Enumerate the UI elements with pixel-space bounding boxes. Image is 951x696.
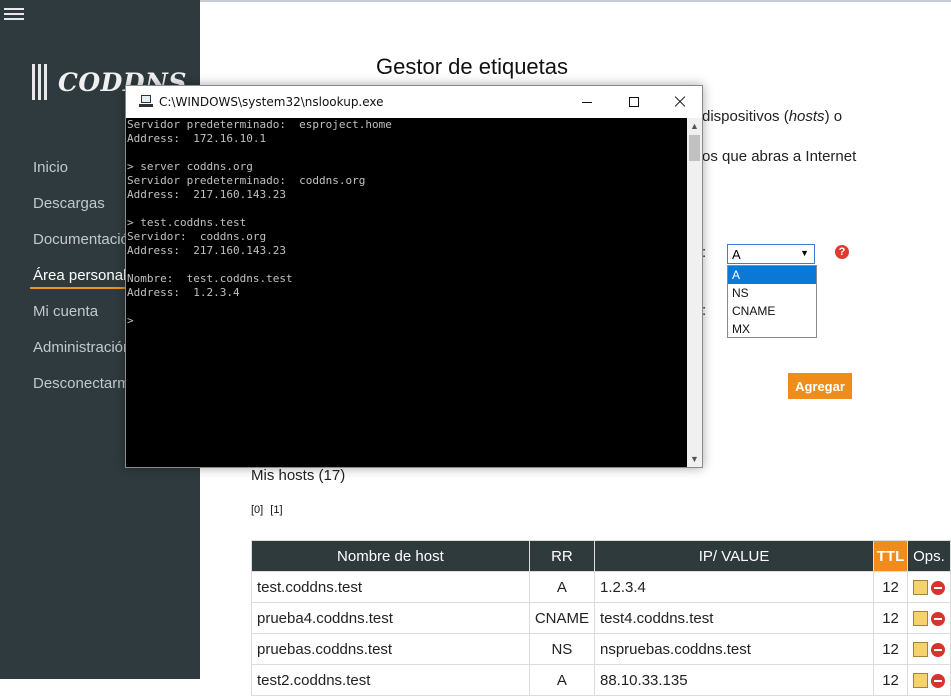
cell-hostname: prueba4.coddns.test bbox=[251, 602, 530, 634]
cell-ttl: 12 bbox=[873, 633, 908, 665]
edit-icon[interactable] bbox=[912, 580, 928, 596]
edit-icon[interactable] bbox=[912, 642, 928, 658]
cell-value: nspruebas.coddns.test bbox=[593, 633, 875, 665]
cell-rr: A bbox=[528, 664, 595, 696]
window-title: C:\WINDOWS\system32\nslookup.exe bbox=[159, 95, 384, 109]
cell-rr: NS bbox=[528, 633, 595, 665]
hosts-table: Nombre de host RR IP/ VALUE TTL Ops. tes… bbox=[251, 540, 951, 696]
cell-ops bbox=[906, 633, 951, 665]
cell-ops bbox=[906, 571, 951, 603]
table-row: test.coddns.test A 1.2.3.4 12 bbox=[251, 571, 951, 603]
table-header-row: Nombre de host RR IP/ VALUE TTL Ops. bbox=[251, 540, 951, 572]
console-line: Servidor predeterminado: esproject.home bbox=[127, 118, 392, 131]
hosts-section-title: Mis hosts (17) bbox=[251, 467, 346, 484]
dropdown-option-a[interactable]: A bbox=[728, 266, 816, 284]
edit-icon[interactable] bbox=[912, 673, 928, 689]
maximize-icon bbox=[629, 97, 639, 107]
intro-text-line-1: dispositivos (hosts) o bbox=[702, 108, 843, 125]
console-line: > test.coddns.test bbox=[127, 216, 247, 229]
table-row: test2.coddns.test A 88.10.33.135 12 bbox=[251, 664, 951, 696]
console-scrollbar[interactable]: ▲ ▼ bbox=[687, 118, 702, 467]
record-type-select[interactable]: A ▼ bbox=[727, 244, 815, 264]
delete-icon[interactable] bbox=[930, 580, 945, 595]
cell-hostname: test.coddns.test bbox=[251, 571, 530, 603]
page-link-1[interactable]: [1] bbox=[270, 504, 282, 516]
col-header-ttl: TTL bbox=[873, 540, 908, 572]
scrollbar-thumb[interactable] bbox=[689, 135, 700, 161]
cell-hostname: test2.coddns.test bbox=[251, 664, 530, 696]
cell-ttl: 12 bbox=[873, 571, 908, 603]
edit-icon[interactable] bbox=[912, 611, 928, 627]
console-line: Servidor predeterminado: coddns.org bbox=[127, 174, 366, 187]
close-button[interactable] bbox=[657, 86, 703, 118]
cell-value: 88.10.33.135 bbox=[593, 664, 875, 696]
page-title: Gestor de etiquetas bbox=[376, 54, 569, 79]
col-header-rr: RR bbox=[528, 540, 595, 572]
cell-value: test4.coddns.test bbox=[593, 602, 875, 634]
console-line: Servidor: coddns.org bbox=[127, 230, 267, 243]
dropdown-option-ns[interactable]: NS bbox=[728, 284, 816, 302]
intro-text-line-2: os que abras a Internet bbox=[702, 148, 857, 165]
console-line: > server coddns.org bbox=[127, 160, 253, 173]
cell-ttl: 12 bbox=[873, 602, 908, 634]
console-line: Address: 217.160.143.23 bbox=[127, 244, 286, 257]
col-header-ops: Ops. bbox=[906, 540, 951, 572]
cell-ttl: 12 bbox=[873, 664, 908, 696]
cell-ops bbox=[906, 664, 951, 696]
cell-rr: A bbox=[528, 571, 595, 603]
console-line: Address: 1.2.3.4 bbox=[127, 286, 240, 299]
cell-value: 1.2.3.4 bbox=[593, 571, 875, 603]
console-output[interactable]: Servidor predeterminado: esproject.home … bbox=[126, 118, 686, 467]
page-link-0[interactable]: [0] bbox=[251, 504, 263, 516]
cell-hostname: pruebas.coddns.test bbox=[251, 633, 530, 665]
table-row: pruebas.coddns.test NS nspruebas.coddns.… bbox=[251, 633, 951, 665]
col-header-hostname: Nombre de host bbox=[251, 540, 530, 572]
scroll-down-icon[interactable]: ▼ bbox=[687, 451, 702, 467]
table-row: prueba4.coddns.test CNAME test4.coddns.t… bbox=[251, 602, 951, 634]
dropdown-option-mx[interactable]: MX bbox=[728, 320, 816, 338]
minimize-icon bbox=[582, 102, 592, 103]
add-button[interactable]: Agregar bbox=[788, 373, 852, 399]
maximize-button[interactable] bbox=[611, 86, 657, 118]
delete-icon[interactable] bbox=[930, 673, 945, 688]
record-type-value: A bbox=[732, 247, 741, 262]
console-prompt[interactable]: > bbox=[126, 314, 686, 328]
delete-icon[interactable] bbox=[930, 642, 945, 657]
console-line: Nombre: test.coddns.test bbox=[127, 272, 293, 285]
window-title-bar[interactable]: C:\WINDOWS\system32\nslookup.exe bbox=[126, 86, 702, 118]
scroll-up-icon[interactable]: ▲ bbox=[687, 118, 702, 134]
console-line: Address: 172.16.10.1 bbox=[127, 132, 267, 145]
delete-icon[interactable] bbox=[930, 611, 945, 626]
console-line: Address: 217.160.143.23 bbox=[127, 188, 286, 201]
cell-rr: CNAME bbox=[528, 602, 595, 634]
dropdown-option-cname[interactable]: CNAME bbox=[728, 302, 816, 320]
logo-bars-icon bbox=[30, 64, 52, 100]
minimize-button[interactable] bbox=[564, 86, 610, 118]
help-icon[interactable]: ? bbox=[835, 245, 849, 259]
dropdown-arrow-icon: ▼ bbox=[800, 248, 809, 258]
record-type-dropdown: A NS CNAME MX bbox=[727, 265, 817, 338]
pagination: [0] [1] bbox=[251, 504, 287, 516]
col-header-value: IP/ VALUE bbox=[593, 540, 875, 572]
nslookup-console-window[interactable]: C:\WINDOWS\system32\nslookup.exe Servido… bbox=[125, 85, 703, 468]
cell-ops bbox=[906, 602, 951, 634]
hamburger-menu-icon[interactable] bbox=[4, 8, 24, 20]
console-app-icon bbox=[138, 95, 154, 108]
